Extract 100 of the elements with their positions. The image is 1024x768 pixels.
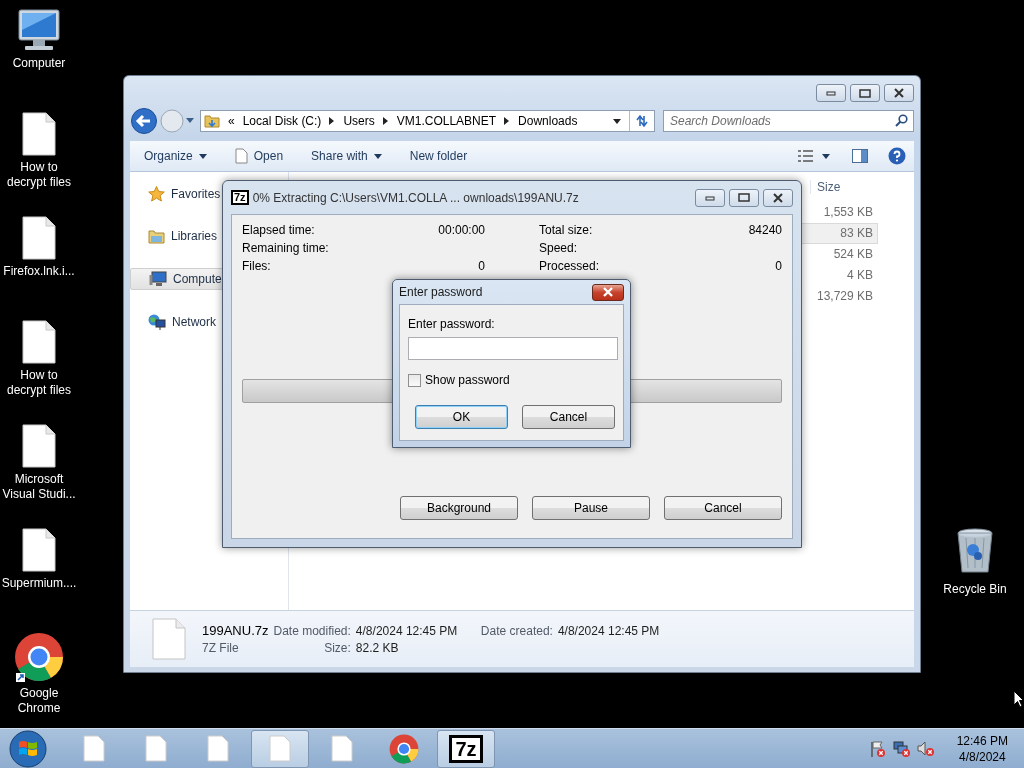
detail-label: Date created:	[480, 623, 553, 638]
desktop-icon-label[interactable]: Computer	[0, 56, 78, 71]
view-options-icon[interactable]	[798, 150, 814, 162]
breadcrumb[interactable]: Downloads	[518, 114, 578, 128]
restore-icon	[738, 193, 750, 202]
start-button[interactable]	[9, 729, 47, 768]
desktop-icon-label[interactable]: Supermium....	[0, 576, 78, 591]
close-icon	[602, 287, 614, 297]
stat-label: Total size:	[538, 223, 594, 237]
stat-label: Speed:	[538, 241, 579, 255]
stat-label: Remaining time:	[242, 241, 330, 255]
desktop-icon-label[interactable]: How to decrypt files	[0, 160, 78, 190]
toolbar-button[interactable]: Share with	[305, 145, 388, 167]
document-icon[interactable]	[21, 424, 57, 468]
folder-icon	[204, 113, 220, 129]
close-button[interactable]	[763, 188, 793, 207]
chrome-icon[interactable]	[14, 632, 64, 682]
clock-time[interactable]: 12:46 PM	[956, 732, 1008, 749]
document-icon	[83, 735, 105, 762]
network-error-icon[interactable]	[892, 739, 911, 758]
document-icon	[145, 735, 167, 762]
desktop-icon-label[interactable]: Google Chrome	[0, 686, 78, 716]
detail-value: 4/8/2024 12:45 PM	[557, 623, 660, 638]
document-icon[interactable]	[21, 320, 57, 364]
desktop-icon-label[interactable]: Microsoft Visual Studi...	[0, 472, 78, 502]
detail-label: Size:	[323, 641, 351, 655]
library-folder-icon	[148, 228, 165, 244]
address-bar[interactable]: « Local Disk (C:) Users VM1.COLLABNET Downloads	[200, 110, 655, 132]
preview-pane-icon[interactable]	[852, 149, 868, 163]
document-icon[interactable]	[21, 216, 57, 260]
dialog-button[interactable]: Pause	[532, 496, 650, 520]
toolbar-button[interactable]: Open	[228, 144, 290, 168]
stat-label: Elapsed time:	[242, 223, 316, 237]
document-icon[interactable]	[21, 528, 57, 572]
dialog-button[interactable]: Cancel	[522, 405, 615, 429]
dialog-title: Enter password	[399, 285, 483, 299]
dialog-button[interactable]: OK	[415, 405, 508, 429]
stat-value: 00:00:00	[437, 223, 485, 237]
document-icon	[152, 618, 186, 660]
clock-date[interactable]: 4/8/2024	[958, 748, 1006, 765]
minimize-icon	[826, 90, 836, 96]
taskbar-button[interactable]: 7z	[437, 729, 495, 768]
dropdown-caret-icon[interactable]	[613, 118, 621, 124]
caret-icon	[198, 153, 207, 159]
checkbox[interactable]	[408, 373, 421, 387]
minimize-icon	[705, 194, 715, 201]
maximize-button[interactable]	[729, 188, 759, 207]
breadcrumb-overflow[interactable]: «	[228, 114, 235, 128]
caret-icon	[373, 153, 382, 159]
close-icon	[772, 192, 784, 203]
document-icon	[331, 735, 353, 762]
detail-value: 4/8/2024 12:45 PM	[355, 623, 459, 638]
desktop-icon-label[interactable]: Firefox.lnk.i...	[0, 264, 78, 279]
desktop-icon-label[interactable]: Recycle Bin	[936, 582, 1014, 597]
toolbar-button[interactable]: New folder	[403, 145, 474, 167]
taskbar-button[interactable]	[251, 729, 309, 768]
chrome-icon	[389, 733, 419, 764]
chevron-icon[interactable]	[382, 117, 389, 125]
document-icon[interactable]	[21, 112, 57, 156]
minimize-button[interactable]	[816, 84, 846, 102]
history-caret-icon[interactable]	[186, 118, 194, 124]
close-button[interactable]	[592, 283, 624, 301]
search-field[interactable]: Search Downloads	[663, 110, 914, 132]
file-name: 199ANU.7z	[202, 623, 269, 638]
speaker-muted-icon[interactable]	[916, 739, 935, 758]
password-field[interactable]	[408, 337, 618, 360]
flag-error-icon[interactable]	[868, 739, 887, 758]
star-icon	[148, 186, 165, 202]
search-icon	[895, 114, 908, 127]
chevron-icon[interactable]	[329, 117, 336, 125]
desktop-icon-label[interactable]: How to decrypt files	[0, 368, 78, 398]
detail-label: Date modified:	[273, 623, 351, 638]
toolbar-button[interactable]: Organize	[138, 145, 213, 167]
breadcrumb[interactable]: Local Disk (C:)	[242, 114, 322, 128]
detail-value: 82.2 KB	[355, 641, 400, 655]
dialog-button[interactable]: Cancel	[664, 496, 782, 520]
breadcrumb[interactable]: VM1.COLLABNET	[396, 114, 497, 128]
network-icon	[148, 314, 166, 330]
dialog-button[interactable]: Background	[400, 496, 518, 520]
field-label: Enter password:	[408, 317, 496, 331]
nav-item[interactable]: Network	[130, 312, 288, 332]
show-password-checkbox[interactable]: Show password	[408, 373, 615, 387]
stat-value: 0	[774, 259, 782, 273]
back-button[interactable]	[130, 107, 158, 135]
caret-icon[interactable]	[822, 153, 830, 159]
breadcrumb[interactable]: Users	[343, 114, 375, 128]
minimize-button[interactable]	[695, 188, 725, 207]
column-header[interactable]: Size	[810, 180, 914, 194]
stat-value: 0	[477, 259, 485, 273]
app-logo: 7z	[231, 190, 249, 205]
window-title: 0% Extracting C:\Users\VM1.COLLA ... ownloads\199ANU.7z	[252, 190, 579, 205]
close-icon	[893, 88, 905, 98]
maximize-button[interactable]	[850, 84, 880, 102]
computer-icon[interactable]	[15, 8, 63, 52]
document-icon	[269, 735, 291, 762]
recycle-bin-icon[interactable]	[956, 528, 994, 574]
chevron-icon[interactable]	[504, 117, 511, 125]
close-button[interactable]	[884, 84, 914, 102]
help-icon[interactable]	[888, 147, 906, 165]
stat-label: Processed:	[538, 259, 601, 273]
